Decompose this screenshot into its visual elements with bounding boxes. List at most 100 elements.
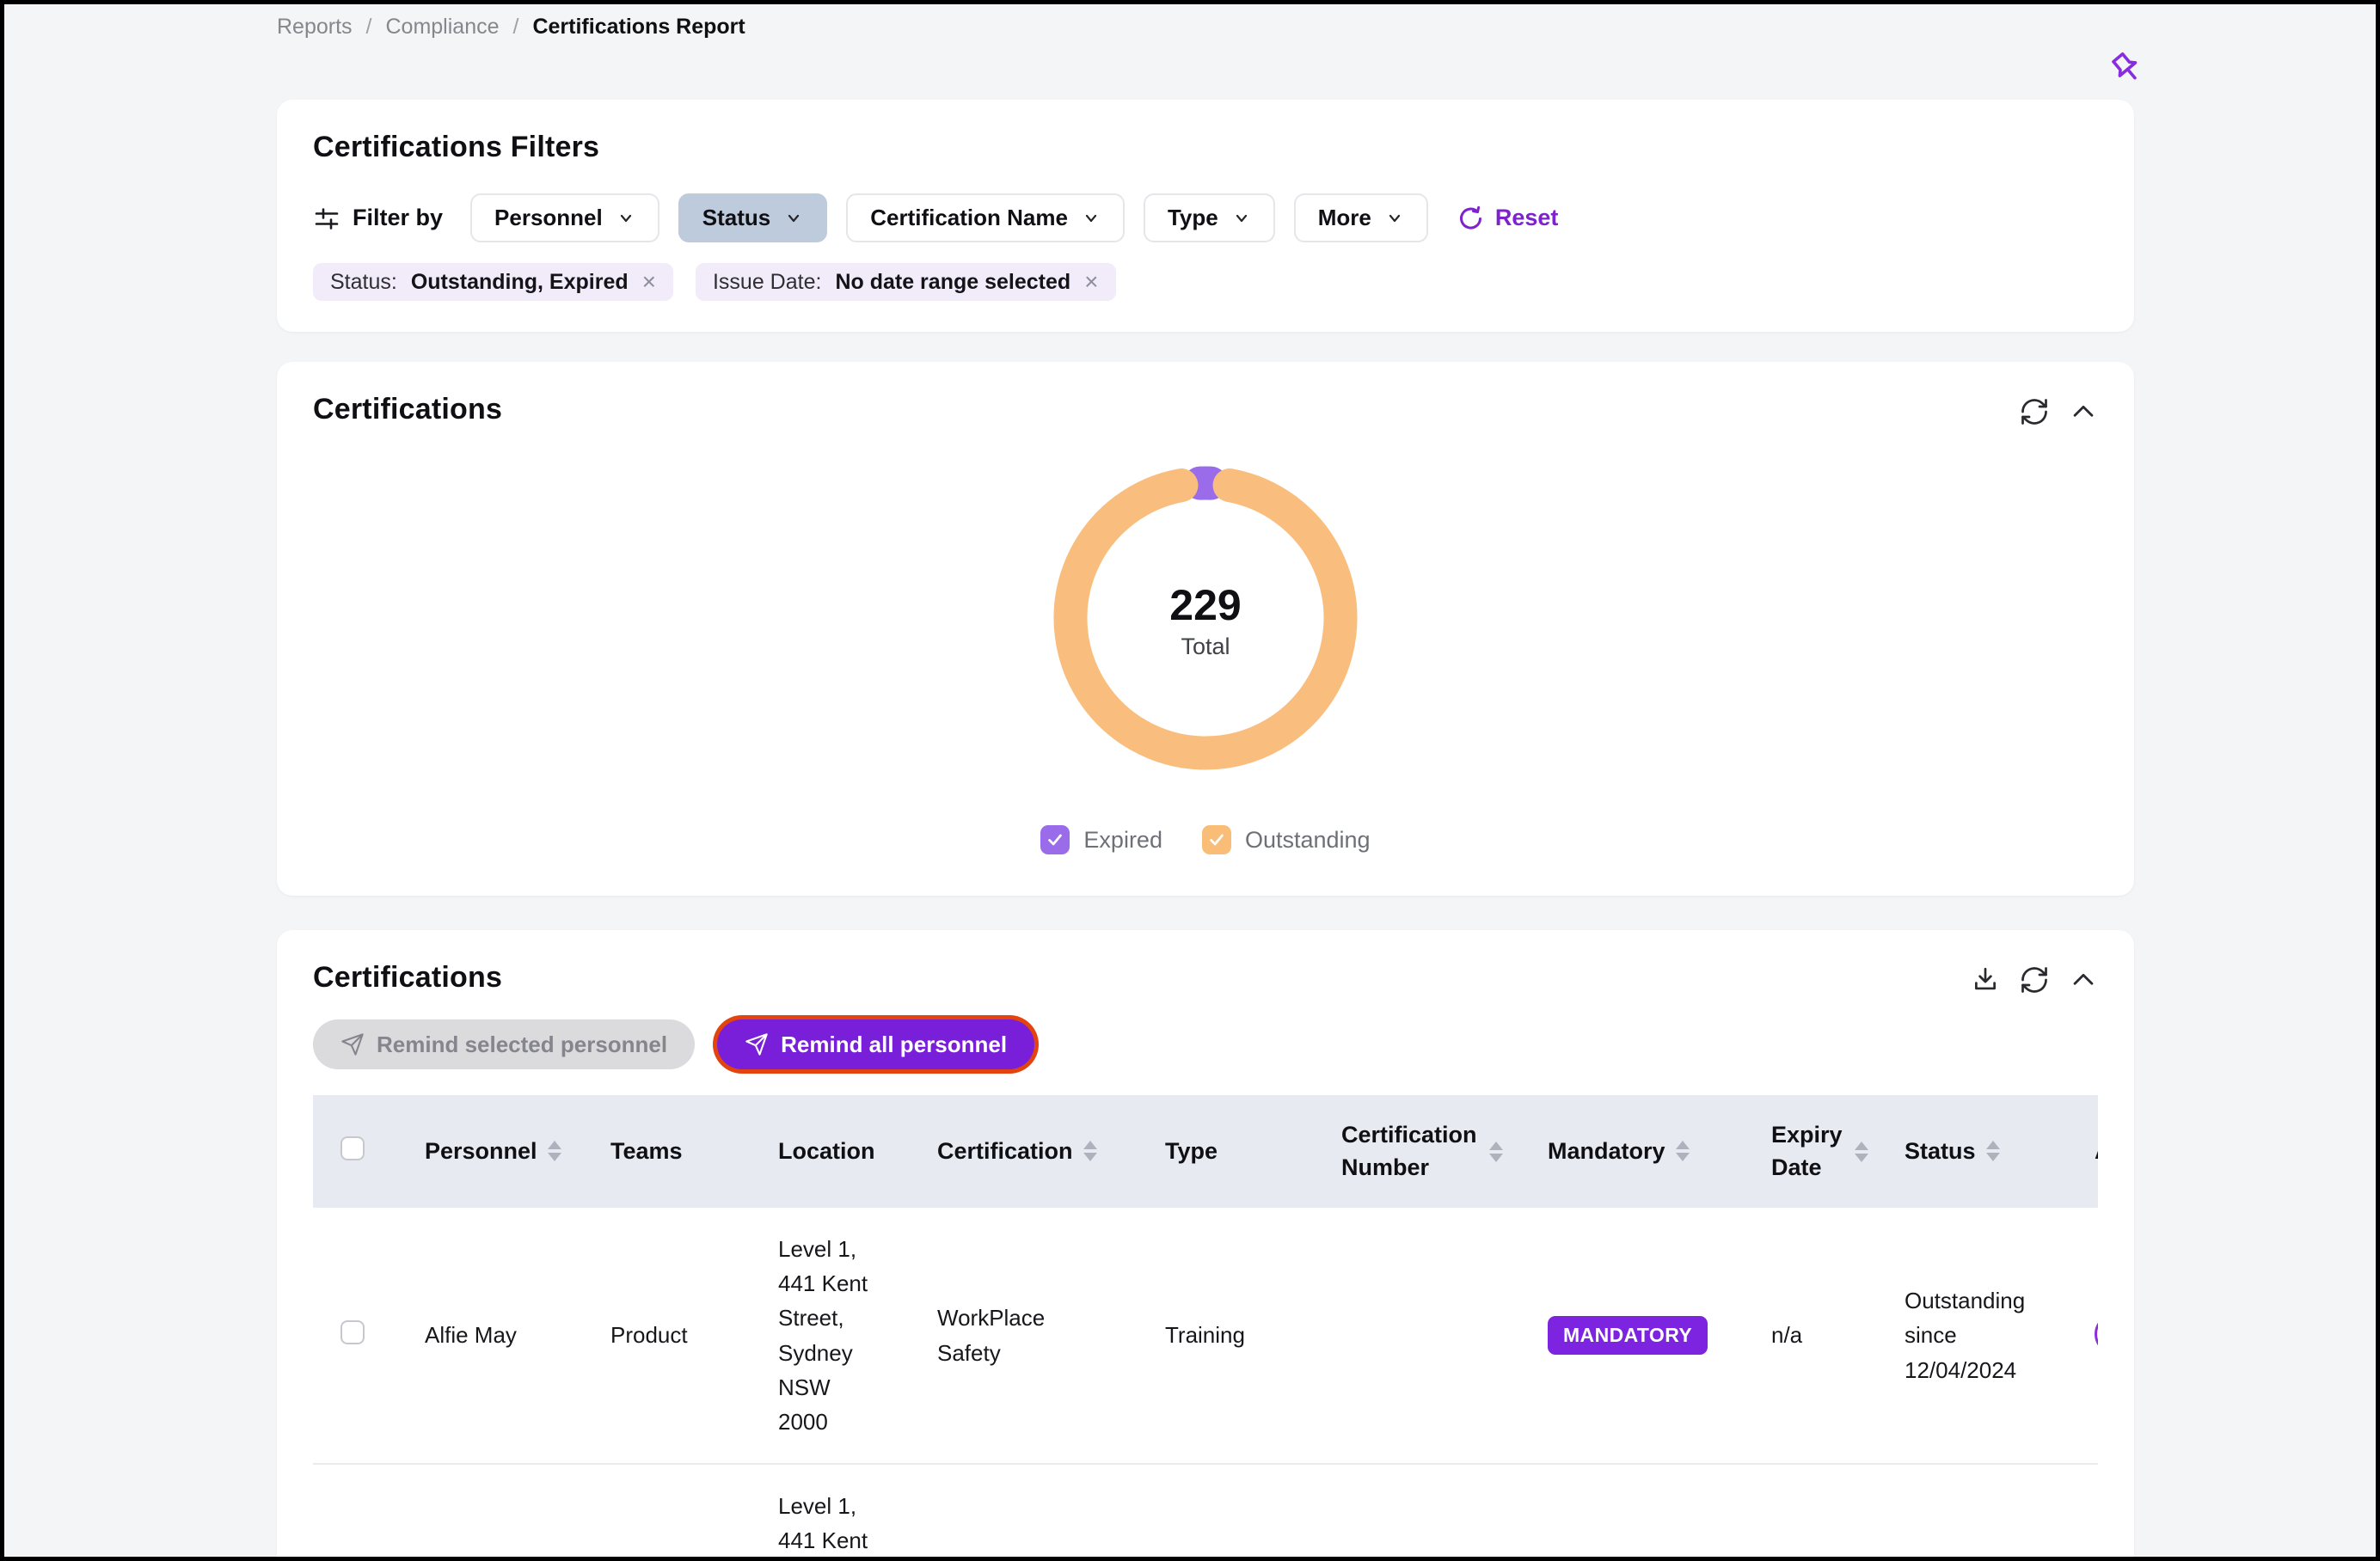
cell-type: [1165, 1464, 1341, 1561]
row-checkbox[interactable]: [340, 1320, 365, 1344]
certification-name-filter-dropdown[interactable]: Certification Name: [846, 193, 1125, 242]
table-scroll-container[interactable]: Personnel Teams Location Certification: [313, 1095, 2098, 1561]
remind-selected-personnel-button[interactable]: Remind selected personnel: [313, 1019, 695, 1069]
breadcrumb: Reports / Compliance / Certifications Re…: [277, 15, 2134, 40]
column-label: Mandatory: [1548, 1136, 1665, 1168]
more-filter-dropdown[interactable]: More: [1294, 193, 1428, 242]
column-header-status[interactable]: Status: [1905, 1095, 2093, 1208]
collapse-chevron-up-icon[interactable]: [2069, 965, 2098, 995]
close-icon[interactable]: ×: [642, 270, 656, 294]
chip-value: No date range selected: [835, 270, 1070, 295]
certifications-table-card: Certifications Remind selected personnel: [277, 930, 2134, 1561]
cell-personnel: Alfie May: [425, 1208, 610, 1464]
expired-checkbox[interactable]: [1040, 825, 1070, 854]
chart-card-header: Certifications: [313, 393, 2098, 427]
chart-legend: Expired Outstanding: [313, 825, 2098, 854]
table-row[interactable]: Alfie May Product Level 1, 441 Kent Stre…: [313, 1208, 2098, 1464]
legend-label: Expired: [1083, 827, 1162, 854]
cell-location: Level 1, 441 Kent: [778, 1489, 886, 1558]
refresh-icon[interactable]: [2019, 964, 2050, 995]
send-icon: [340, 1032, 365, 1056]
cell-teams: [610, 1464, 778, 1561]
breadcrumb-compliance[interactable]: Compliance: [386, 15, 500, 40]
chart-card-actions: [2019, 396, 2098, 427]
filter-sliders-icon: [313, 205, 340, 232]
sort-arrows-icon[interactable]: [1083, 1141, 1097, 1161]
filter-by-label: Filter by: [313, 205, 443, 232]
remind-selected-label: Remind selected personnel: [377, 1031, 667, 1058]
donut-center-text: 229 Total: [1034, 446, 1377, 794]
download-icon[interactable]: [1971, 965, 2000, 995]
sort-arrows-icon[interactable]: [1676, 1141, 1690, 1161]
filters-card-title: Certifications Filters: [313, 131, 2098, 164]
check-icon: [1207, 830, 1226, 849]
app-window: Reports / Compliance / Certifications Re…: [0, 0, 2380, 1561]
cell-mandatory: [1548, 1464, 1771, 1561]
collapse-chevron-up-icon[interactable]: [2069, 397, 2098, 426]
close-icon[interactable]: ×: [1084, 270, 1098, 294]
legend-item-outstanding: Outstanding: [1202, 825, 1371, 854]
cell-personnel: [425, 1464, 610, 1561]
sort-arrows-icon[interactable]: [548, 1141, 561, 1161]
chevron-down-icon: [784, 209, 803, 228]
status-filter-chip: Status: Outstanding, Expired ×: [313, 263, 673, 301]
donut-total-label: Total: [1181, 634, 1230, 660]
cell-certification: WorkPlace Safety: [937, 1301, 1088, 1370]
sort-arrows-icon[interactable]: [1986, 1141, 2000, 1161]
filter-row: Filter by Personnel Status Certification…: [313, 193, 2098, 242]
breadcrumb-reports[interactable]: Reports: [277, 15, 353, 40]
table-card-title: Certifications: [313, 961, 502, 995]
chart-card-title: Certifications: [313, 393, 502, 426]
personnel-filter-dropdown[interactable]: Personnel: [470, 193, 659, 242]
personnel-filter-label: Personnel: [494, 205, 603, 231]
column-header-mandatory[interactable]: Mandatory: [1548, 1095, 1771, 1208]
status-filter-dropdown[interactable]: Status: [678, 193, 827, 242]
remind-all-label: Remind all personnel: [781, 1031, 1007, 1058]
cell-certification-number: [1341, 1208, 1548, 1464]
cell-certification: [937, 1464, 1165, 1561]
cell-expiry-date: [1771, 1464, 1905, 1561]
certifications-table: Personnel Teams Location Certification: [313, 1095, 2098, 1561]
row-action-button-clipped[interactable]: [2095, 1313, 2098, 1355]
legend-item-expired: Expired: [1040, 825, 1162, 854]
chevron-down-icon: [1232, 209, 1251, 228]
certifications-chart-card: Certifications 229 Total: [277, 362, 2134, 896]
reset-icon: [1456, 204, 1485, 233]
table-row[interactable]: Level 1, 441 Kent: [313, 1464, 2098, 1561]
breadcrumb-current-page: Certifications Report: [532, 15, 745, 40]
breadcrumb-separator: /: [366, 15, 372, 40]
cell-status: [1905, 1464, 2093, 1561]
chip-value: Outstanding, Expired: [411, 270, 629, 295]
column-header-certification-number[interactable]: Certification Number: [1341, 1095, 1548, 1208]
column-header-personnel[interactable]: Personnel: [425, 1095, 610, 1208]
outstanding-checkbox[interactable]: [1202, 825, 1231, 854]
sort-arrows-icon[interactable]: [1489, 1142, 1503, 1162]
column-header-teams: Teams: [610, 1095, 778, 1208]
column-label: Certification: [937, 1136, 1073, 1168]
reset-filters-button[interactable]: Reset: [1456, 204, 1559, 233]
chip-label: Issue Date:: [713, 270, 821, 295]
column-header-expiry-date[interactable]: Expiry Date: [1771, 1095, 1905, 1208]
remind-all-personnel-button[interactable]: Remind all personnel: [717, 1019, 1034, 1069]
issue-date-filter-chip: Issue Date: No date range selected ×: [696, 263, 1116, 301]
column-label: Teams: [610, 1136, 683, 1168]
cell-certification-number: [1341, 1464, 1548, 1561]
column-label: Certification Number: [1341, 1119, 1479, 1185]
cell-expiry-date: n/a: [1771, 1208, 1905, 1464]
table-header-row: Personnel Teams Location Certification: [313, 1095, 2098, 1208]
table-card-actions: [1971, 964, 2098, 995]
certifications-donut-chart: 229 Total: [1034, 446, 1377, 794]
column-header-certification[interactable]: Certification: [937, 1095, 1165, 1208]
certifications-filters-card: Certifications Filters Filter by Personn…: [277, 100, 2134, 332]
sort-arrows-icon[interactable]: [1855, 1142, 1868, 1162]
cell-location: Level 1, 441 Kent Street, Sydney NSW 200…: [778, 1232, 886, 1440]
refresh-icon[interactable]: [2019, 396, 2050, 427]
chevron-down-icon: [1385, 209, 1404, 228]
select-all-checkbox[interactable]: [340, 1136, 365, 1160]
chevron-down-icon: [1082, 209, 1101, 228]
table-card-header: Certifications: [313, 961, 2098, 995]
column-label: Type: [1165, 1136, 1218, 1168]
more-filter-label: More: [1318, 205, 1371, 231]
breadcrumb-separator: /: [513, 15, 519, 40]
type-filter-dropdown[interactable]: Type: [1144, 193, 1275, 242]
